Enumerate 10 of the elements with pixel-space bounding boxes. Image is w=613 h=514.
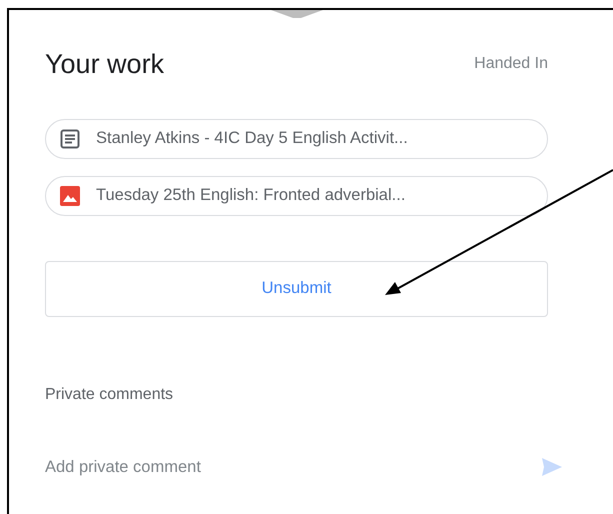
status-label: Handed In <box>474 54 548 74</box>
document-icon <box>60 128 80 148</box>
section-label: Private comments <box>45 384 174 404</box>
send-icon[interactable] <box>542 458 562 476</box>
image-icon <box>60 186 80 206</box>
attachment-chip[interactable]: Tuesday 25th English: Fronted adverbial... <box>45 176 548 216</box>
chevron-icon <box>271 10 323 19</box>
unsubmit-button[interactable]: Unsubmit <box>45 260 548 316</box>
section-title: Your work <box>45 48 164 81</box>
attachment-chip[interactable]: Stanley Atkins - 4IC Day 5 English Activit... <box>45 118 548 158</box>
